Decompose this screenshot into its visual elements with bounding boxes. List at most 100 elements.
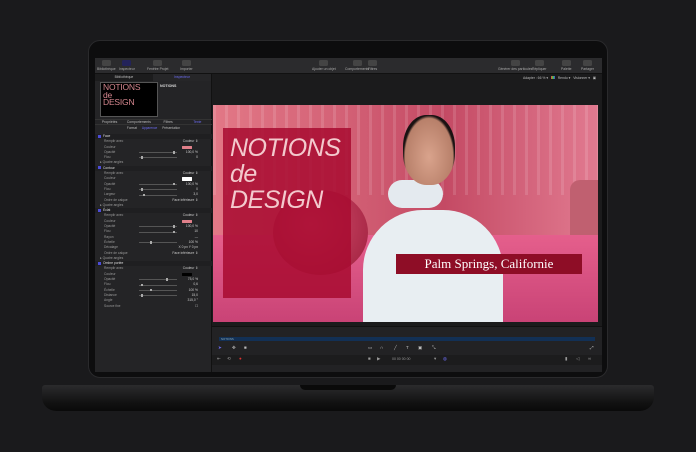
slider-knob[interactable] [142,193,145,197]
link-icon[interactable]: ∞ [588,356,591,361]
import-button[interactable]: Importer [180,60,193,71]
property-slider[interactable] [139,151,177,154]
property-slider[interactable] [139,283,177,287]
slider-knob[interactable] [166,278,168,281]
inspector-tabs: Propriétés Comportements Filtres Texte [95,119,212,125]
color-channels-icon[interactable] [550,76,555,79]
view-menu[interactable]: Visionner [573,76,587,80]
pen-tool-icon[interactable]: ∩ [380,345,383,350]
stop-icon[interactable]: ■ [368,356,371,361]
slider-knob[interactable] [140,188,143,191]
toolbar-label: Fenêtre Projet [147,67,169,71]
toolbar: Bibliothèque Inspecteur Fenêtre Projet Impo… [95,58,602,74]
property-slider[interactable] [139,182,177,186]
property-label: Ordre de calque [104,197,128,202]
tab-text[interactable]: Texte [183,120,212,124]
volume-icon[interactable]: ◁ [576,356,579,362]
expand-icon[interactable]: ⤢ [590,345,594,350]
layer-name: NOTIONS [160,84,177,88]
text-tool-icon[interactable]: T [406,345,409,350]
property-slider[interactable] [139,288,177,292]
property-label: Échelle [104,287,115,292]
pan-tool-icon[interactable]: ✥ [232,345,236,351]
record-icon[interactable]: ● [239,356,242,361]
property-row[interactable]: Source fixe ☐ [95,304,212,309]
location-caption[interactable]: Palm Springs, Californie [396,254,582,274]
import-icon [181,60,191,66]
behaviors-button[interactable]: Comportements [345,60,369,71]
property-label: Flou [104,282,111,287]
audio-icon[interactable]: ◍ [443,356,447,362]
tab-filters[interactable]: Filtres [154,120,183,124]
property-label: Remplir avec [104,266,124,271]
particles-button[interactable]: Générer des particules [498,60,532,71]
loop-icon[interactable]: ⟲ [227,356,231,362]
preview-thumbnail: NOTIONS de DESIGN [100,82,158,117]
project-window-button[interactable]: Fenêtre Projet [147,60,169,71]
property-label: Distance [104,292,117,297]
property-slider[interactable] [139,225,177,228]
property-slider[interactable] [139,193,177,197]
property-slider[interactable] [139,230,177,234]
property-slider[interactable] [139,294,177,297]
info-icon[interactable]: ▮ [565,356,567,362]
subtab-format[interactable]: Format [127,126,137,130]
property-label: Largeur [104,192,116,197]
color-swatch[interactable] [182,219,192,224]
subtab-layout[interactable]: Présentation [162,126,180,130]
slider-knob[interactable] [149,288,152,292]
timecode-menu-icon[interactable]: ▾ [434,356,436,362]
inspector-button[interactable]: Inspecteur [119,60,135,71]
slider-knob[interactable] [140,156,143,159]
library-button[interactable]: Bibliothèque [97,60,116,71]
property-value[interactable]: ☐ [195,304,198,309]
shape-tool-icon[interactable]: ▭ [368,345,372,351]
project-window-icon [153,60,163,66]
property-label: Angle [104,298,113,303]
toolbar-label: Ajouter un objet [312,67,336,71]
title-text[interactable]: NOTIONS de DESIGN [230,135,341,213]
property-slider[interactable] [139,278,177,281]
layout-icon[interactable]: ▣ [593,76,596,80]
slider-knob[interactable] [173,225,176,228]
play-icon[interactable]: ▶ [377,356,380,362]
slider-knob[interactable] [173,182,176,186]
zoom-fit-menu[interactable]: Adapter : 66 % [523,76,545,80]
mask-tool-icon[interactable]: ■ [244,345,247,350]
paint-tool-icon[interactable]: ╱ [394,345,397,351]
slider-knob[interactable] [149,241,152,244]
transform-icon[interactable]: ⤡ [432,345,436,350]
slider-knob[interactable] [140,294,143,297]
library-icon [101,60,111,66]
property-slider[interactable] [139,188,177,191]
tab-inspector[interactable]: Inspecteur [153,74,211,81]
canvas-preview[interactable]: NOTIONS de DESIGN Palm Springs, Californ… [213,105,598,322]
timecode[interactable]: 00 00 00 00 [392,357,411,361]
slider-knob[interactable] [140,283,143,287]
slider-knob[interactable] [173,230,176,234]
render-menu[interactable]: Rendu [558,76,568,80]
color-swatch[interactable] [182,145,192,150]
property-slider[interactable] [139,241,177,244]
palette-button[interactable]: Palette [561,60,572,71]
property-label: Éclat [103,208,111,213]
share-button[interactable]: Partager [581,60,594,71]
replicate-button[interactable]: Répliquer [532,60,547,71]
play-range-icon[interactable]: ⇤ [217,356,221,362]
property-label: Décalage [104,245,118,250]
filters-button[interactable]: Filtres [368,60,377,71]
color-swatch[interactable] [182,177,192,181]
behaviors-icon [352,60,362,66]
tab-properties[interactable]: Propriétés [95,120,124,124]
select-tool-icon[interactable]: ➤ [218,345,222,351]
subtab-appearance[interactable]: Apparence [142,126,157,130]
property-slider[interactable] [139,156,177,159]
add-object-button[interactable]: Ajouter un objet [312,60,336,71]
tab-behaviors[interactable]: Comportements [124,120,153,124]
property-label: Couleur [104,176,116,181]
mask-shape-icon[interactable]: ▣ [418,345,422,351]
color-swatch[interactable] [182,272,192,277]
slider-knob[interactable] [173,151,176,154]
tab-library[interactable]: Bibliothèque [95,74,153,81]
timeline-track[interactable]: NOTIONS [219,337,595,341]
